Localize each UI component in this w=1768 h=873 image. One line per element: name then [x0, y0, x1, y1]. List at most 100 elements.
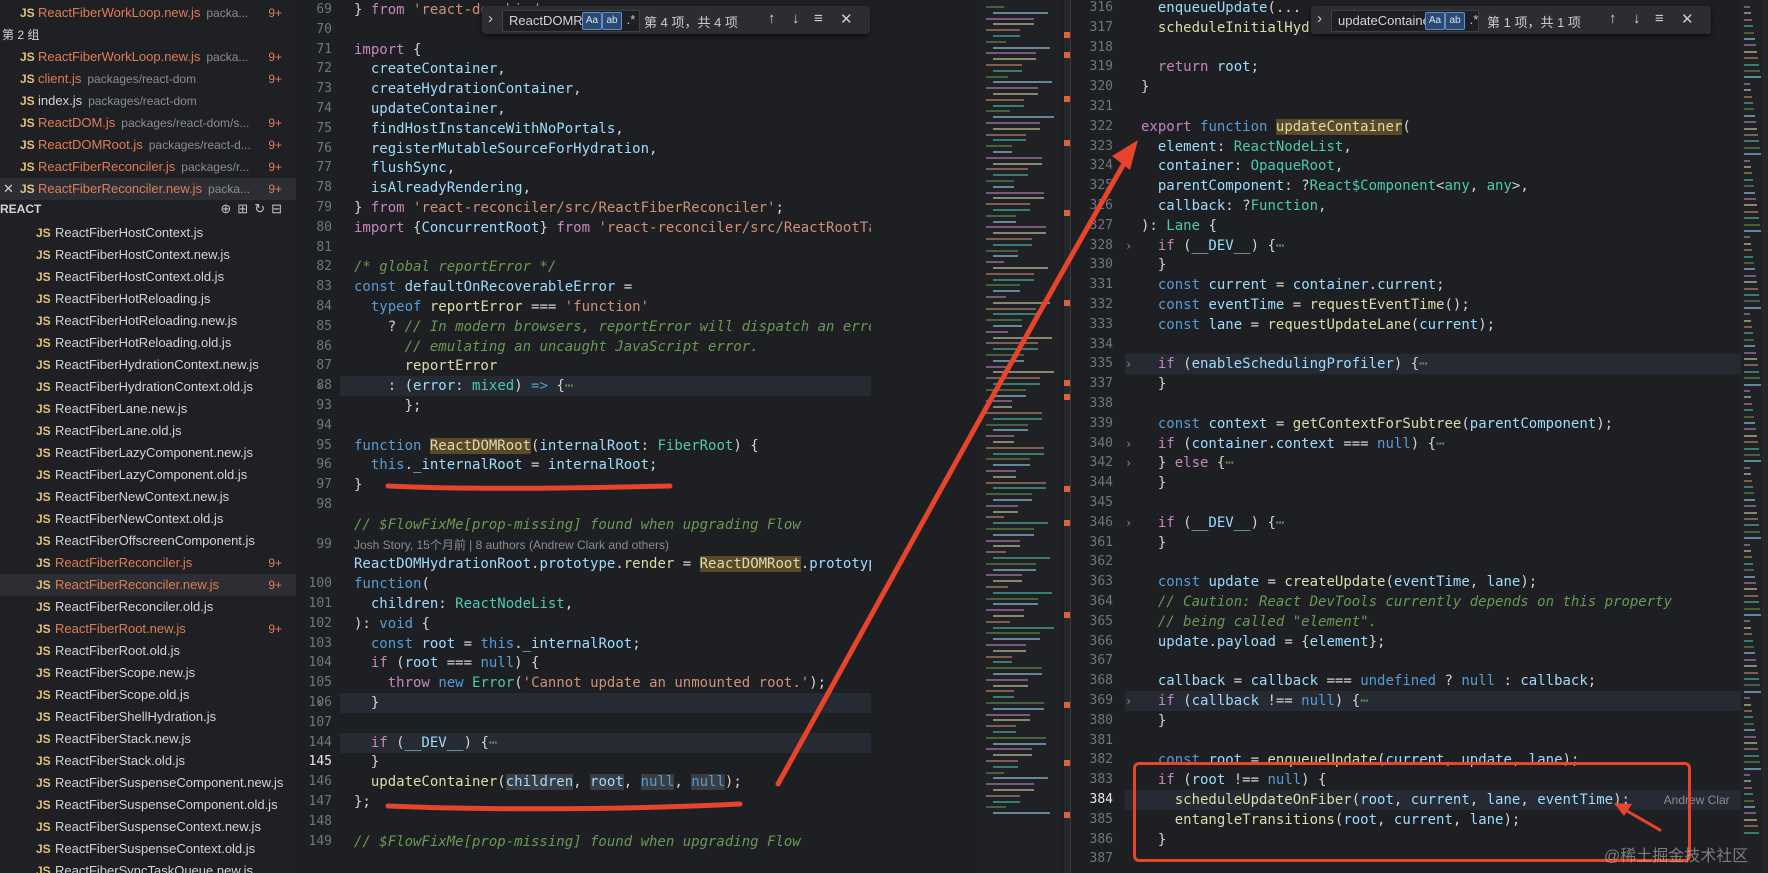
- code-line[interactable]: updateContainer(children, root, null, nu…: [354, 772, 742, 792]
- left-minimap[interactable]: [982, 0, 1060, 873]
- right-minimap[interactable]: [1741, 0, 1762, 873]
- next-match-icon[interactable]: ↓: [1633, 10, 1641, 27]
- explorer-file-item[interactable]: JS ReactFiberLazyComponent.old.js: [0, 464, 296, 486]
- explorer-file-item[interactable]: JS ReactFiberScope.old.js: [0, 684, 296, 706]
- refresh-icon[interactable]: ↻: [254, 201, 271, 216]
- open-editor-item[interactable]: JS index.js packages/react-dom: [0, 90, 296, 112]
- explorer-file-item[interactable]: JS ReactFiberHydrationContext.old.js: [0, 376, 296, 398]
- match-case-icon[interactable]: Aa: [582, 12, 602, 30]
- code-line[interactable]: }: [1141, 473, 1166, 493]
- left-find-widget[interactable]: › ReactDOMRoo Aa ab .* 第 4 项，共 4 项 ↑ ↓ ≡…: [482, 6, 870, 34]
- explorer-file-item[interactable]: JS ReactFiberHotReloading.new.js: [0, 310, 296, 332]
- fold-chevron-icon[interactable]: ›: [316, 379, 323, 393]
- explorer-file-item[interactable]: JS ReactFiberSuspenseContext.new.js: [0, 816, 296, 838]
- match-case-icon[interactable]: Aa: [1425, 12, 1445, 30]
- code-line[interactable]: // $FlowFixMe[prop-missing] found when u…: [354, 832, 801, 852]
- code-line[interactable]: const root = this._internalRoot;: [354, 634, 641, 654]
- fold-chevron-icon[interactable]: ›: [1125, 456, 1132, 470]
- code-line[interactable]: }: [1141, 255, 1166, 275]
- close-find-icon[interactable]: ✕: [840, 10, 853, 28]
- code-line[interactable]: if (__DEV__) {⋯: [354, 733, 497, 753]
- explorer-file-item[interactable]: JS ReactFiberLane.old.js: [0, 420, 296, 442]
- code-line[interactable]: export function updateContainer(: [1141, 117, 1411, 137]
- explorer-file-item[interactable]: JS ReactFiberLane.new.js: [0, 398, 296, 420]
- open-editor-item[interactable]: ✕ JS ReactFiberReconciler.new.js packa... 9+: [0, 178, 296, 200]
- code-line[interactable]: const defaultOnRecoverableError =: [354, 277, 632, 297]
- code-line[interactable]: if (root === null) {: [354, 653, 540, 673]
- code-line[interactable]: ): Lane {: [1141, 216, 1217, 236]
- code-line[interactable]: }: [1141, 374, 1166, 394]
- open-editor-item[interactable]: JS ReactDOM.js packages/react-dom/s... 9+: [0, 112, 296, 134]
- fold-chevron-icon[interactable]: ›: [316, 696, 323, 710]
- code-line[interactable]: const current = container.current;: [1141, 275, 1445, 295]
- explorer-file-item[interactable]: JS ReactFiberLazyComponent.new.js: [0, 442, 296, 464]
- regex-icon[interactable]: .*: [1465, 12, 1483, 28]
- code-line[interactable]: if (callback !== null) {⋯: [1141, 691, 1369, 711]
- explorer-file-item[interactable]: JS ReactFiberOffscreenComponent.js: [0, 530, 296, 552]
- code-line[interactable]: scheduleInitialHydra: [1141, 18, 1327, 38]
- code-line[interactable]: } from 'react-reconciler/src/ReactFiberR…: [354, 198, 784, 218]
- explorer-file-item[interactable]: JS ReactFiberSuspenseComponent.new.js: [0, 772, 296, 794]
- open-editor-item[interactable]: JS ReactFiberReconciler.js packages/r... 9+: [0, 156, 296, 178]
- explorer-file-item[interactable]: JS ReactFiberStack.new.js: [0, 728, 296, 750]
- expand-replace-icon[interactable]: ›: [1317, 10, 1322, 27]
- code-line[interactable]: flushSync,: [354, 158, 455, 178]
- code-line[interactable]: import {ConcurrentRoot} from 'react-reco…: [354, 218, 871, 238]
- code-line[interactable]: function ReactDOMRoot(internalRoot: Fibe…: [354, 436, 759, 456]
- collapse-icon[interactable]: ⊟: [271, 201, 288, 216]
- explorer-file-item[interactable]: JS ReactFiberSuspenseComponent.old.js: [0, 794, 296, 816]
- open-editor-item[interactable]: JS ReactFiberWorkLoop.new.js packa... 9+: [0, 2, 296, 24]
- code-line[interactable]: // Caution: React DevTools currently dep…: [1141, 592, 1672, 612]
- code-line[interactable]: if (container.context === null) {⋯: [1141, 434, 1445, 454]
- code-line[interactable]: }: [1141, 77, 1149, 97]
- code-line[interactable]: registerMutableSourceForHydration,: [354, 139, 658, 159]
- code-line[interactable]: }: [1141, 533, 1166, 553]
- code-line[interactable]: // $FlowFixMe[prop-missing] found when u…: [354, 515, 801, 535]
- code-line[interactable]: findHostInstanceWithNoPortals,: [354, 119, 624, 139]
- next-match-icon[interactable]: ↓: [792, 10, 800, 27]
- code-line[interactable]: // emulating an uncaught JavaScript erro…: [354, 337, 759, 357]
- code-line[interactable]: update.payload = {element};: [1141, 632, 1386, 652]
- fold-chevron-icon[interactable]: ›: [1125, 694, 1132, 708]
- code-line[interactable]: // being called "element".: [1141, 612, 1377, 632]
- explorer-file-item[interactable]: JS ReactFiberHostContext.js: [0, 222, 296, 244]
- open-editor-item[interactable]: JS ReactDOMRoot.js packages/react-d... 9+: [0, 134, 296, 156]
- code-line[interactable]: updateContainer,: [354, 99, 506, 119]
- explorer-header[interactable]: REACT ⊕⊞↻⊟: [0, 198, 296, 220]
- explorer-file-item[interactable]: JS ReactFiberNewContext.new.js: [0, 486, 296, 508]
- left-code-area[interactable]: } from 'react-dom-bind import { createCon…: [340, 0, 871, 873]
- code-line[interactable]: callback = callback === undefined ? null…: [1141, 671, 1596, 691]
- code-line[interactable]: import {: [354, 40, 421, 60]
- explorer-file-item[interactable]: JS ReactFiberSyncTaskQueue.new.js: [0, 860, 296, 873]
- code-line[interactable]: throw new Error('Cannot update an unmoun…: [354, 673, 826, 693]
- code-line[interactable]: const context = getContextForSubtree(par…: [1141, 414, 1613, 434]
- prev-match-icon[interactable]: ↑: [768, 10, 776, 27]
- explorer-file-item[interactable]: JS ReactFiberReconciler.new.js 9+: [0, 574, 296, 596]
- new-file-icon[interactable]: ⊕: [220, 201, 237, 216]
- fold-chevron-icon[interactable]: ›: [1125, 357, 1132, 371]
- explorer-file-item[interactable]: JS ReactFiberHotReloading.old.js: [0, 332, 296, 354]
- expand-replace-icon[interactable]: ›: [488, 10, 493, 27]
- close-find-icon[interactable]: ✕: [1681, 10, 1694, 28]
- code-line[interactable]: return root;: [1141, 57, 1259, 77]
- explorer-file-item[interactable]: JS ReactFiberRoot.new.js 9+: [0, 618, 296, 640]
- code-line[interactable]: if (enableSchedulingProfiler) {⋯: [1141, 354, 1428, 374]
- right-code-area[interactable]: enqueueUpdate(... scheduleInitialHydra r…: [1125, 0, 1741, 873]
- code-line[interactable]: }: [1141, 711, 1166, 731]
- fold-chevron-icon[interactable]: ›: [1125, 516, 1132, 530]
- code-line[interactable]: ? // In modern browsers, reportError wil…: [354, 317, 871, 337]
- explorer-file-item[interactable]: JS ReactFiberRoot.old.js: [0, 640, 296, 662]
- explorer-file-item[interactable]: JS ReactFiberReconciler.js 9+: [0, 552, 296, 574]
- find-in-selection-icon[interactable]: ≡: [1655, 10, 1664, 27]
- code-line[interactable]: typeof reportError === 'function': [354, 297, 649, 317]
- code-line[interactable]: container: OpaqueRoot,: [1141, 156, 1343, 176]
- code-line[interactable]: element: ReactNodeList,: [1141, 137, 1352, 157]
- fold-chevron-icon[interactable]: ›: [1125, 239, 1132, 253]
- fold-chevron-icon[interactable]: ›: [1125, 437, 1132, 451]
- code-line[interactable]: enqueueUpdate(...: [1141, 0, 1301, 18]
- explorer-file-item[interactable]: JS ReactFiberReconciler.old.js: [0, 596, 296, 618]
- code-line[interactable]: /* global reportError */: [354, 257, 556, 277]
- code-line[interactable]: parentComponent: ?React$Component<any, a…: [1141, 176, 1529, 196]
- code-line[interactable]: function(: [354, 574, 430, 594]
- code-line[interactable]: Josh Story, 15个月前 | 8 authors (Andrew Cl…: [354, 535, 669, 555]
